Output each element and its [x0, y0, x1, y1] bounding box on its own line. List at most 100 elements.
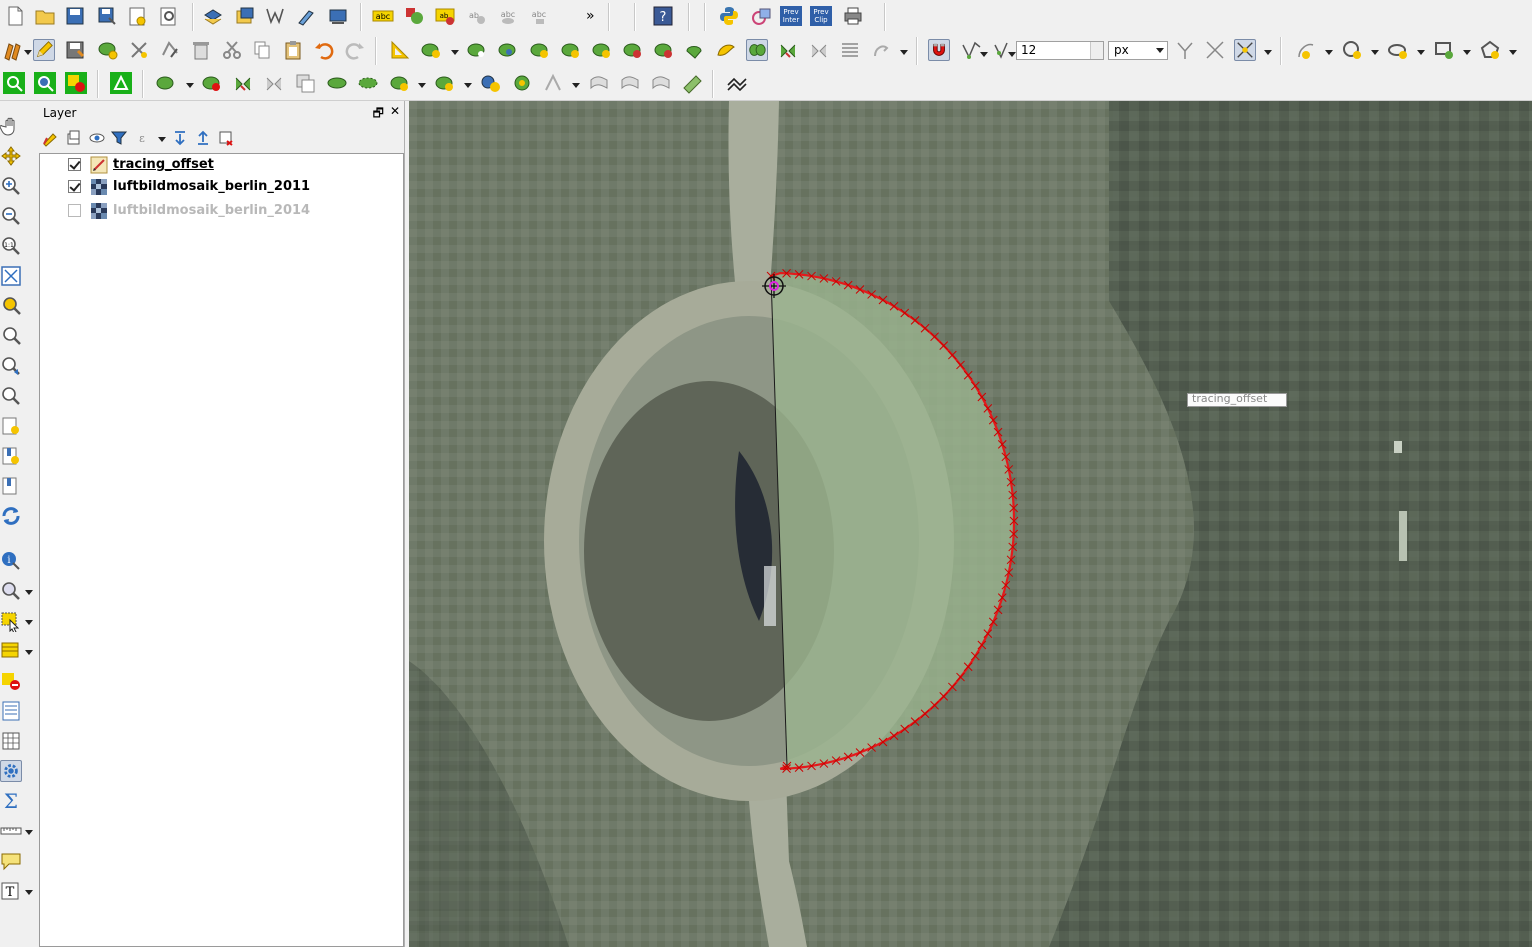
prev-inter-button[interactable]: Prev Inter [780, 5, 802, 27]
show-bookmarks-icon[interactable] [0, 475, 22, 497]
collapse-all-icon[interactable] [194, 129, 212, 147]
measure-line-icon[interactable] [0, 820, 22, 842]
add-delimited-text-icon[interactable] [295, 5, 317, 27]
avoid-intersections-icon[interactable] [1204, 39, 1226, 61]
rotate-alt-icon[interactable] [263, 72, 285, 94]
shape-tool-icon[interactable] [326, 72, 348, 94]
simplify-feature-icon[interactable] [653, 39, 675, 61]
trace-digitizing-icon[interactable] [746, 39, 768, 61]
filter-legend-icon[interactable] [110, 129, 128, 147]
zoom-full-icon[interactable] [0, 265, 22, 287]
print-icon[interactable] [842, 5, 864, 27]
refresh-icon[interactable] [0, 505, 22, 527]
add-raster-layer-icon[interactable] [234, 5, 256, 27]
add-ellipse-icon[interactable] [1387, 39, 1409, 61]
layer-visibility-checkbox[interactable] [68, 180, 81, 193]
save-as-icon[interactable] [96, 5, 118, 27]
layer-visibility-checkbox[interactable] [68, 158, 81, 171]
add-wms-layer-icon[interactable] [327, 5, 349, 27]
curve-j-icon[interactable] [588, 72, 610, 94]
digitize-polygon-icon[interactable] [155, 72, 177, 94]
zoom-to-selection-icon[interactable] [3, 72, 25, 94]
add-circular-string-icon[interactable] [1295, 39, 1317, 61]
toolbar-overflow-button[interactable]: » [586, 8, 595, 24]
snapping-magnet-icon[interactable] [928, 39, 950, 61]
show-hide-labels-icon[interactable]: ab [466, 5, 488, 27]
add-vector-layer-icon[interactable] [202, 5, 224, 27]
undo-icon[interactable] [313, 39, 335, 61]
zoom-to-selection-left-icon[interactable] [0, 295, 22, 317]
layer-labeling-icon[interactable] [403, 5, 425, 27]
delete-selected-icon[interactable] [190, 39, 212, 61]
snap-to-segment-icon[interactable] [992, 39, 1014, 61]
help-icon[interactable]: ? [652, 5, 674, 27]
label-tool-icon[interactable]: abc [372, 5, 394, 27]
text-annotation-icon[interactable]: T [0, 880, 22, 902]
scale-feature-icon[interactable] [294, 72, 316, 94]
field-calculator-icon[interactable] [0, 730, 22, 752]
open-project-icon[interactable] [34, 5, 56, 27]
gear-feature-icon[interactable] [511, 72, 533, 94]
cut-features-icon[interactable] [221, 39, 243, 61]
zoom-in-icon[interactable] [0, 175, 22, 197]
panel-close-button[interactable]: ✕ [390, 104, 400, 125]
georeferencer-icon[interactable] [110, 72, 132, 94]
statistical-summary-icon[interactable]: Σ [0, 790, 22, 812]
new-map-view-icon[interactable] [0, 415, 22, 437]
delete-ring-icon[interactable] [529, 39, 551, 61]
delete-part-icon[interactable] [560, 39, 582, 61]
snap-units-select[interactable]: px [1108, 41, 1168, 60]
redo-icon[interactable] [344, 39, 366, 61]
ruler-tool-icon[interactable] [681, 72, 703, 94]
add-rectangle-icon[interactable] [1433, 39, 1455, 61]
processing-toolbox-icon[interactable] [0, 760, 22, 782]
map-tips-icon[interactable] [0, 850, 22, 872]
reshape-features-icon[interactable] [591, 39, 613, 61]
toggle-editing-icon[interactable] [33, 39, 55, 61]
select-by-location-icon[interactable] [34, 72, 56, 94]
new-project-icon[interactable] [4, 5, 26, 27]
add-spatialite-layer-icon[interactable] [264, 5, 286, 27]
select-features-icon[interactable] [0, 580, 22, 602]
curve-d-icon[interactable] [619, 72, 641, 94]
align-features-icon[interactable] [839, 39, 861, 61]
zoom-last-icon[interactable] [0, 355, 22, 377]
spatial-query-alt-icon[interactable] [434, 72, 456, 94]
deselect-features-icon[interactable] [65, 72, 87, 94]
multi-tool-icon[interactable] [542, 72, 564, 94]
plugin-icon[interactable] [750, 5, 772, 27]
node-tool-icon[interactable] [159, 39, 181, 61]
add-group-icon[interactable] [65, 129, 83, 147]
add-regular-polygon-icon[interactable] [1479, 39, 1501, 61]
merge-features-icon[interactable] [715, 39, 737, 61]
save-project-icon[interactable] [64, 5, 86, 27]
move-feature-icon[interactable] [128, 39, 150, 61]
spin-arrows-icon[interactable] [1090, 42, 1103, 59]
move-label-icon[interactable]: abc [497, 5, 519, 27]
paste-features-icon[interactable] [282, 39, 304, 61]
zoom-out-icon[interactable] [0, 205, 22, 227]
snap-to-vertex-icon[interactable] [960, 39, 982, 61]
offset-curve-icon[interactable] [622, 39, 644, 61]
remove-layer-icon[interactable] [217, 129, 235, 147]
zoom-to-layer-icon[interactable] [0, 325, 22, 347]
pan-hand-icon[interactable] [0, 115, 22, 137]
panel-float-button[interactable]: 🗗 [373, 104, 384, 125]
layer-item-luftbildmosaik-2011[interactable]: luftbildmosaik_berlin_2011 [40, 176, 400, 198]
pin-labels-icon[interactable]: ab [434, 5, 456, 27]
zoom-next-icon[interactable] [0, 385, 22, 407]
add-circle-icon[interactable] [1341, 39, 1363, 61]
new-print-composer-icon[interactable] [126, 5, 148, 27]
filter-expression-icon[interactable]: ε [133, 129, 151, 147]
rotate-point-symbols-icon[interactable] [808, 39, 830, 61]
split-features-icon[interactable] [684, 39, 706, 61]
save-layer-edits-icon[interactable] [64, 39, 86, 61]
spatial-query-icon[interactable] [389, 72, 411, 94]
zoom-native-resolution-icon[interactable]: 1:1 [0, 235, 22, 257]
rotate-feature-icon[interactable] [777, 39, 799, 61]
new-bookmark-icon[interactable] [0, 445, 22, 467]
split-parts-icon[interactable] [201, 72, 223, 94]
python-console-icon[interactable] [718, 5, 740, 27]
fill-ring-icon[interactable] [497, 39, 519, 61]
attribute-table-icon[interactable] [0, 700, 22, 722]
